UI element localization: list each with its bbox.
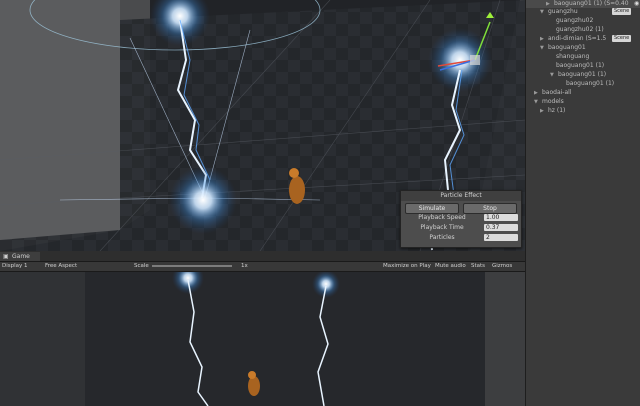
simulate-button[interactable]: Simulate (405, 203, 459, 214)
game-view[interactable] (0, 272, 525, 406)
foldout-arrow-icon[interactable]: ▼ (550, 71, 554, 79)
mute-audio-toggle[interactable]: Mute audio (435, 262, 466, 271)
playback-time-field[interactable]: 0.37 (484, 224, 518, 231)
game-canvas (0, 272, 525, 406)
particles-count: 2 (484, 234, 518, 241)
hierarchy-item[interactable]: ▼ guangzhu Scene (526, 8, 640, 16)
particles-label: Particles (429, 234, 455, 241)
scale-slider[interactable] (152, 265, 232, 267)
hierarchy-item[interactable]: baoguang01 (1) (526, 80, 640, 88)
left-wall (0, 0, 120, 251)
foldout-arrow-icon[interactable]: ▶ (546, 0, 550, 8)
display-dropdown[interactable]: Display 1 (2, 262, 28, 271)
stats-toggle[interactable]: Stats (471, 262, 485, 271)
gizmos-dropdown[interactable]: Gizmos (492, 262, 512, 271)
hierarchy-panel[interactable]: ▶ baoguang01 (1) (S=0.40 ◉ ▼ guangzhu Sc… (525, 0, 640, 406)
hierarchy-item[interactable]: ▶ baodai-all (526, 89, 640, 97)
hierarchy-item[interactable]: ▶ baoguang01 (1) (S=0.40 ◉ (526, 0, 640, 8)
scene-tag: Scene (612, 8, 632, 15)
eye-icon[interactable]: ◉ (634, 0, 639, 8)
hierarchy-item[interactable]: ▼ models (526, 98, 640, 106)
scene-view[interactable]: Particle Effect Simulate Stop Playback S… (0, 0, 525, 251)
playback-time-label: Playback Time (420, 224, 464, 231)
foldout-arrow-icon[interactable]: ▼ (540, 8, 544, 16)
hierarchy-item[interactable]: ▶ andi-dimian (S=1.5 Scene (526, 35, 640, 43)
foldout-arrow-icon[interactable]: ▶ (540, 35, 544, 43)
scale-label: Scale (134, 263, 149, 269)
hierarchy-item[interactable]: ▶ hz (1) (526, 107, 640, 115)
foldout-arrow-icon[interactable]: ▼ (534, 98, 538, 106)
hierarchy-item[interactable]: ▼ baoguang01 (526, 44, 640, 52)
game-controller-icon: ▣ (3, 253, 9, 260)
foldout-arrow-icon[interactable]: ▶ (534, 89, 538, 97)
scene-tag: Scene (612, 35, 632, 42)
hierarchy-item[interactable]: guangzhu02 (1) (526, 26, 640, 34)
hierarchy-item[interactable]: baoguang01 (1) (526, 62, 640, 70)
hierarchy-item[interactable]: ▼ baoguang01 (1) (526, 71, 640, 79)
foldout-arrow-icon[interactable]: ▶ (540, 107, 544, 115)
hierarchy-item[interactable]: shanguang (526, 53, 640, 61)
hierarchy-item[interactable]: guangzhu02 (526, 17, 640, 25)
panel-title: Particle Effect (401, 191, 521, 201)
stop-button[interactable]: Stop (463, 203, 517, 214)
particle-effect-panel: Particle Effect Simulate Stop Playback S… (400, 190, 522, 248)
scale-value: 1x (241, 263, 248, 269)
foldout-arrow-icon[interactable]: ▼ (540, 44, 544, 52)
tab-game[interactable]: ▣ Game (0, 252, 40, 261)
game-toolbar: Display 1 Free Aspect Scale 1x Maximize … (0, 262, 525, 272)
maximize-on-play-toggle[interactable]: Maximize on Play (383, 262, 431, 271)
aspect-dropdown[interactable]: Free Aspect (45, 262, 77, 271)
playback-speed-label: Playback Speed (418, 214, 466, 221)
playback-speed-field[interactable]: 1.00 (484, 214, 518, 221)
game-tab-bar: ▣ Game (0, 251, 525, 262)
